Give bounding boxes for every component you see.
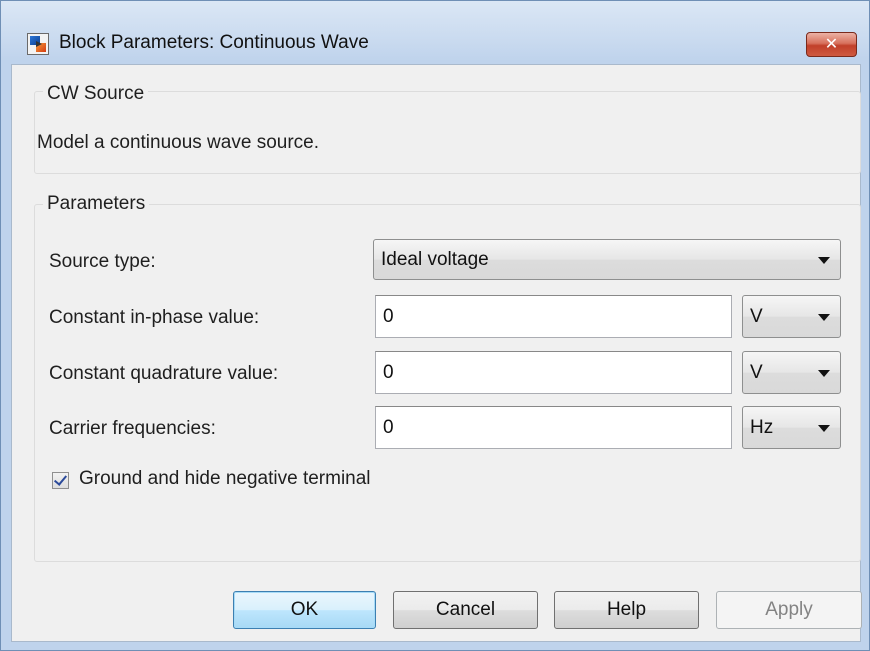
chevron-down-icon (818, 369, 830, 377)
in-phase-label: Constant in-phase value: (49, 307, 260, 328)
ground-checkbox-label: Ground and hide negative terminal (79, 468, 371, 489)
simulink-block-icon (27, 33, 49, 55)
window-title: Block Parameters: Continuous Wave (59, 32, 369, 53)
parameters-legend: Parameters (43, 193, 150, 215)
source-type-label: Source type: (49, 251, 156, 272)
quadrature-unit-value: V (750, 361, 763, 383)
chevron-down-icon (818, 313, 830, 321)
quadrature-unit-dropdown[interactable]: V (742, 351, 841, 394)
cancel-button[interactable]: Cancel (393, 591, 538, 629)
source-type-value: Ideal voltage (381, 248, 489, 270)
in-phase-unit-value: V (750, 305, 763, 327)
title-bar[interactable]: Block Parameters: Continuous Wave ✕ (1, 1, 869, 59)
apply-button[interactable]: Apply (716, 591, 862, 629)
dialog-window: Block Parameters: Continuous Wave ✕ CW S… (0, 0, 870, 651)
quadrature-input[interactable] (375, 351, 732, 394)
close-icon: ✕ (824, 36, 839, 53)
source-type-dropdown[interactable]: Ideal voltage (373, 239, 841, 280)
ground-checkbox[interactable] (52, 472, 69, 489)
in-phase-unit-dropdown[interactable]: V (742, 295, 841, 338)
quadrature-label: Constant quadrature value: (49, 363, 279, 384)
block-description: Model a continuous wave source. (37, 132, 319, 153)
carrier-unit-value: Hz (750, 416, 774, 438)
carrier-frequencies-label: Carrier frequencies: (49, 418, 216, 439)
in-phase-input[interactable] (375, 295, 732, 338)
cw-source-legend: CW Source (43, 83, 149, 105)
chevron-down-icon (818, 256, 830, 264)
chevron-down-icon (818, 424, 830, 432)
carrier-frequencies-input[interactable] (375, 406, 732, 449)
help-button[interactable]: Help (554, 591, 699, 629)
ok-button[interactable]: OK (233, 591, 376, 629)
close-button[interactable]: ✕ (806, 32, 857, 57)
checkmark-icon (53, 472, 68, 486)
carrier-unit-dropdown[interactable]: Hz (742, 406, 841, 449)
